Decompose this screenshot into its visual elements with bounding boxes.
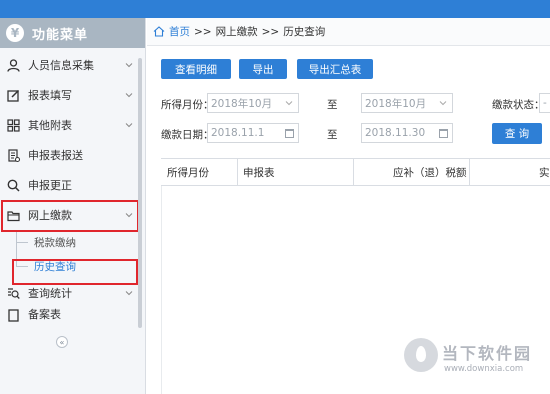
- column-header[interactable]: 所得月份: [167, 159, 209, 185]
- yen-logo-icon: ¥: [6, 24, 24, 42]
- breadcrumb-level2: 历史查询: [283, 26, 326, 38]
- binder-icon: [6, 308, 20, 322]
- highlight-online-payment: [1, 200, 139, 232]
- chevron-down-icon: [439, 101, 447, 106]
- sidebar-subitem-tax-payment[interactable]: 税款缴纳: [0, 230, 140, 254]
- month-label: 所得月份：: [161, 99, 214, 111]
- breadcrumb-home-link[interactable]: 首页: [169, 24, 190, 39]
- grid-icon: [6, 118, 20, 132]
- sidebar-item-report-fill[interactable]: 报表填写: [0, 80, 140, 110]
- query-button[interactable]: 查 询: [492, 123, 542, 144]
- person-icon: [6, 58, 20, 72]
- view-detail-button[interactable]: 查看明细: [161, 59, 231, 79]
- month-from-value: 2018年10月: [211, 97, 273, 110]
- breadcrumb-separator: >>: [261, 25, 280, 38]
- to-label: 至: [327, 99, 338, 111]
- top-bar: [0, 0, 550, 18]
- month-to-select[interactable]: 2018年10月: [361, 93, 453, 113]
- tree-branch: [16, 242, 28, 243]
- sidebar-scrollbar[interactable]: [138, 58, 142, 328]
- date-from-input[interactable]: 2018.11.1: [207, 123, 299, 143]
- sidebar-subitem-label: 税款缴纳: [34, 236, 76, 249]
- sidebar-item-other-schedules[interactable]: 其他附表: [0, 110, 140, 140]
- document-icon: [6, 148, 20, 162]
- status-value: -: [543, 97, 547, 109]
- watermark-text: 当下软件园: [442, 344, 533, 363]
- column-header[interactable]: 应补（退）税额: [393, 159, 467, 185]
- sidebar-item-filing[interactable]: 备案表: [0, 308, 140, 322]
- search-icon: [6, 178, 20, 192]
- breadcrumb-level1: 网上缴款: [215, 26, 258, 38]
- highlight-history-query: [12, 259, 138, 285]
- sidebar-item-correction[interactable]: 申报更正: [0, 170, 140, 200]
- date-to-input[interactable]: 2018.11.30: [361, 123, 453, 143]
- date-to-value: 2018.11.30: [365, 127, 426, 139]
- list-search-icon: [6, 286, 20, 300]
- status-label: 缴款状态：: [492, 99, 545, 111]
- sidebar-item-label: 其他附表: [28, 119, 72, 132]
- sidebar-item-label: 备案表: [28, 308, 61, 321]
- chevron-down-icon: [125, 93, 133, 98]
- date-label: 缴款日期：: [161, 129, 214, 141]
- menu-title: 功能菜单: [32, 27, 89, 43]
- sidebar-item-label: 人员信息采集: [28, 59, 94, 72]
- table-header: 所得月份 申报表 应补（退）税额 实: [161, 158, 550, 186]
- sidebar-item-label: 申报表报送: [28, 149, 83, 162]
- column-divider: [353, 159, 354, 185]
- column-divider: [469, 159, 470, 185]
- column-header[interactable]: 申报表: [243, 159, 275, 185]
- breadcrumb-separator: >>: [194, 25, 212, 38]
- watermark-url: www.downxia.com: [444, 364, 524, 374]
- table-left-border: [161, 186, 162, 394]
- date-from-value: 2018.11.1: [211, 127, 265, 139]
- export-summary-button[interactable]: 导出汇总表: [297, 59, 373, 79]
- chevron-down-icon: [125, 291, 133, 296]
- sidebar: ¥ 功能菜单 人员信息采集 报表填写 其他附表 申报表报送 申报更正 网上缴款 …: [0, 18, 146, 394]
- collapse-sidebar-button[interactable]: «: [56, 336, 68, 348]
- watermark: 当下软件园 www.downxia.com: [398, 328, 550, 388]
- sidebar-item-label: 申报更正: [28, 179, 72, 192]
- month-from-select[interactable]: 2018年10月: [207, 93, 299, 113]
- home-icon: [153, 26, 165, 37]
- export-button[interactable]: 导出: [239, 59, 287, 79]
- sidebar-item-personnel[interactable]: 人员信息采集: [0, 50, 140, 80]
- chevron-down-icon: [285, 101, 293, 106]
- calendar-icon[interactable]: [285, 129, 294, 138]
- watermark-logo-icon: [404, 338, 438, 372]
- calendar-icon[interactable]: [439, 129, 448, 138]
- status-select[interactable]: -: [539, 93, 550, 113]
- menu-header: ¥ 功能菜单: [0, 18, 145, 48]
- sidebar-item-label: 报表填写: [28, 89, 72, 102]
- edit-icon: [6, 88, 20, 102]
- column-divider: [237, 159, 238, 185]
- to-label: 至: [327, 129, 338, 141]
- month-to-value: 2018年10月: [365, 97, 427, 110]
- chevron-down-icon: [125, 63, 133, 68]
- chevron-down-icon: [125, 123, 133, 128]
- breadcrumb: 首页 >> 网上缴款 >> 历史查询: [147, 18, 550, 46]
- column-header[interactable]: 实: [539, 159, 550, 185]
- sidebar-item-label: 查询统计: [28, 287, 72, 300]
- sidebar-item-submit-report[interactable]: 申报表报送: [0, 140, 140, 170]
